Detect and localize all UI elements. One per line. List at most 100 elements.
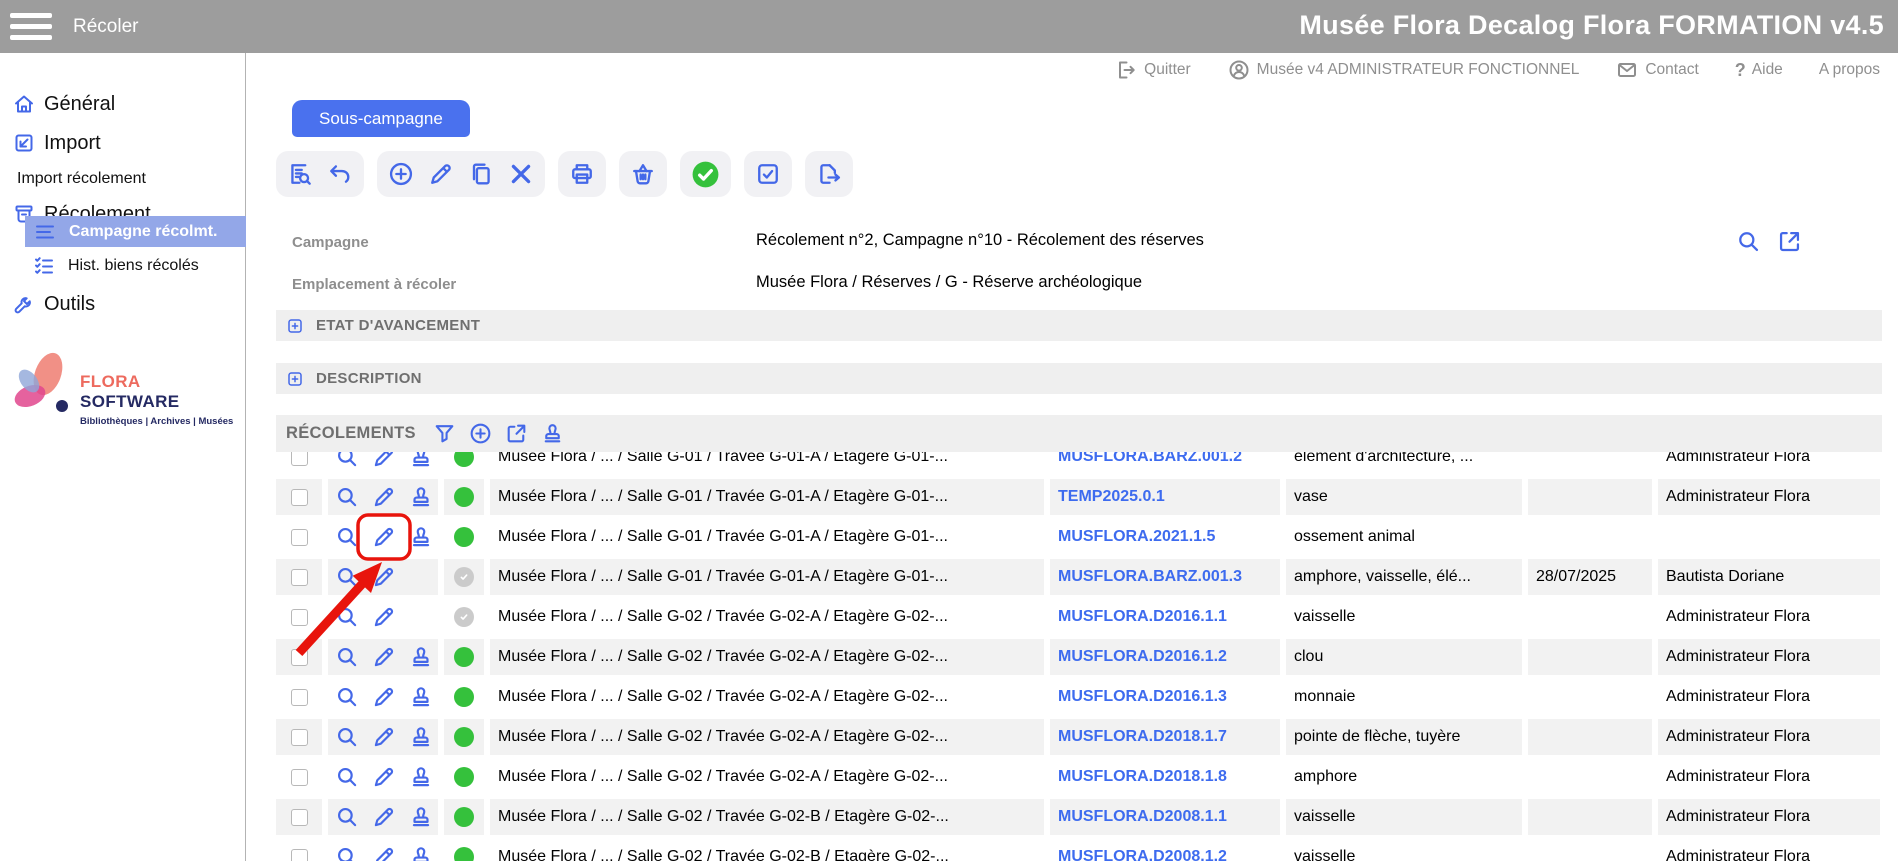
pencil-icon[interactable] (371, 724, 397, 750)
search-icon[interactable] (334, 724, 360, 750)
search-icon[interactable] (334, 644, 360, 670)
search-icon[interactable] (1735, 228, 1762, 255)
pencil-icon[interactable] (371, 844, 397, 861)
stamp-icon[interactable] (408, 724, 434, 750)
section-description[interactable]: DESCRIPTION (276, 363, 1882, 394)
row-checkbox[interactable] (291, 489, 308, 506)
x-icon[interactable] (507, 160, 535, 188)
sidebar-item-import[interactable]: Import (0, 125, 246, 161)
expand-plus-icon[interactable] (286, 317, 304, 335)
row-checkbox[interactable] (291, 529, 308, 546)
stamp-icon[interactable] (408, 644, 434, 670)
search-icon[interactable] (334, 764, 360, 790)
sidebar-item-label: Campagne récolmt. (69, 223, 217, 241)
row-checkbox[interactable] (291, 452, 308, 466)
user-bar: Quitter Musée v4 ADMINISTRATEUR FONCTION… (1114, 58, 1880, 82)
stamp-icon[interactable] (408, 524, 434, 550)
contact-link[interactable]: Contact (1615, 58, 1698, 82)
filter-icon[interactable] (432, 421, 457, 446)
status-cell (444, 679, 484, 715)
status-cell (444, 799, 484, 835)
sidebar-item-import-recolement[interactable]: Import récolement (0, 165, 246, 193)
stamp-icon[interactable] (408, 764, 434, 790)
row-actions-cell (328, 479, 438, 515)
mail-icon (1615, 58, 1639, 82)
row-checkbox[interactable] (291, 769, 308, 786)
inventory-number-link[interactable]: TEMP2025.0.1 (1058, 488, 1165, 506)
stamp-icon[interactable] (408, 844, 434, 861)
inventory-number-link[interactable]: MUSFLORA.D2008.1.2 (1058, 848, 1227, 861)
sidebar-item-hist-biens-recoles[interactable]: Hist. biens récolés (0, 251, 246, 281)
inventory-number-link[interactable]: MUSFLORA.D2016.1.1 (1058, 608, 1227, 626)
aide-link[interactable]: ? Aide (1735, 60, 1783, 81)
tab-sous-campagne[interactable]: Sous-campagne (292, 100, 470, 137)
stamp-icon[interactable] (408, 804, 434, 830)
inventory-number-link[interactable]: MUSFLORA.D2008.1.1 (1058, 808, 1227, 826)
list-search-icon[interactable] (286, 160, 314, 188)
undo-icon[interactable] (326, 160, 354, 188)
quitter-link[interactable]: Quitter (1114, 58, 1191, 82)
flora-software-logo: FLORA SOFTWARE Bibliothèques | Archives … (8, 348, 240, 428)
copy-icon[interactable] (467, 160, 495, 188)
sidebar-item-general[interactable]: Général (0, 86, 246, 122)
search-icon[interactable] (334, 524, 360, 550)
pencil-icon[interactable] (371, 564, 397, 590)
inventory-number-link[interactable]: MUSFLORA.2021.1.5 (1058, 528, 1215, 546)
export-icon[interactable] (815, 160, 843, 188)
sidebar-item-campagne-recolement-selected[interactable]: Campagne récolmt. (25, 216, 246, 247)
plus-circle-icon[interactable] (468, 421, 493, 446)
row-checkbox[interactable] (291, 849, 308, 861)
object-name-cell: amphore, vaisselle, élé... (1286, 559, 1522, 595)
stamp-icon[interactable] (408, 452, 434, 470)
date-cell (1528, 452, 1652, 475)
check-circle-green-icon[interactable] (690, 159, 721, 190)
pencil-icon[interactable] (371, 804, 397, 830)
sidebar-item-label: Outils (44, 293, 95, 316)
inventory-number-link[interactable]: MUSFLORA.BARZ.001.2 (1058, 452, 1242, 466)
search-icon[interactable] (334, 684, 360, 710)
wrench-icon (12, 292, 36, 316)
pencil-icon[interactable] (371, 764, 397, 790)
status-cell (444, 599, 484, 635)
sidebar-item-outils[interactable]: Outils (0, 286, 246, 322)
row-checkbox[interactable] (291, 649, 308, 666)
pencil-icon[interactable] (371, 604, 397, 630)
pencil-icon[interactable] (371, 484, 397, 510)
search-icon[interactable] (334, 804, 360, 830)
hamburger-menu-icon[interactable] (10, 13, 52, 40)
inventory-number-link[interactable]: MUSFLORA.D2018.1.8 (1058, 768, 1227, 786)
toolbar-group-validate (680, 151, 731, 197)
pencil-icon[interactable] (371, 684, 397, 710)
pencil-icon[interactable] (427, 160, 455, 188)
basket-icon[interactable] (629, 160, 657, 188)
stamp-icon[interactable] (408, 684, 434, 710)
search-icon[interactable] (334, 452, 360, 470)
inventory-number-link[interactable]: MUSFLORA.D2016.1.3 (1058, 688, 1227, 706)
pencil-icon[interactable] (371, 644, 397, 670)
pencil-icon[interactable] (371, 452, 397, 470)
row-checkbox[interactable] (291, 729, 308, 746)
expand-plus-icon[interactable] (286, 370, 304, 388)
row-checkbox[interactable] (291, 569, 308, 586)
inventory-number-link[interactable]: MUSFLORA.D2018.1.7 (1058, 728, 1227, 746)
plus-circle-icon[interactable] (387, 160, 415, 188)
search-icon[interactable] (334, 604, 360, 630)
current-user[interactable]: Musée v4 ADMINISTRATEUR FONCTIONNEL (1227, 58, 1580, 82)
printer-icon[interactable] (568, 160, 596, 188)
stamp-icon[interactable] (408, 484, 434, 510)
section-etat-avancement[interactable]: ETAT D'AVANCEMENT (276, 310, 1882, 341)
inventory-number-link[interactable]: MUSFLORA.D2016.1.2 (1058, 648, 1227, 666)
row-checkbox[interactable] (291, 809, 308, 826)
row-checkbox[interactable] (291, 609, 308, 626)
a-propos-link[interactable]: A propos (1819, 61, 1880, 79)
row-checkbox[interactable] (291, 689, 308, 706)
external-link-icon[interactable] (504, 421, 529, 446)
pencil-icon-highlighted[interactable] (371, 524, 397, 550)
checkbox-checked-icon[interactable] (754, 160, 782, 188)
inventory-number-link[interactable]: MUSFLORA.BARZ.001.3 (1058, 568, 1242, 586)
search-icon[interactable] (334, 564, 360, 590)
open-record-icon[interactable] (1776, 228, 1803, 255)
search-icon[interactable] (334, 844, 360, 861)
stamp-icon[interactable] (540, 421, 565, 446)
search-icon[interactable] (334, 484, 360, 510)
